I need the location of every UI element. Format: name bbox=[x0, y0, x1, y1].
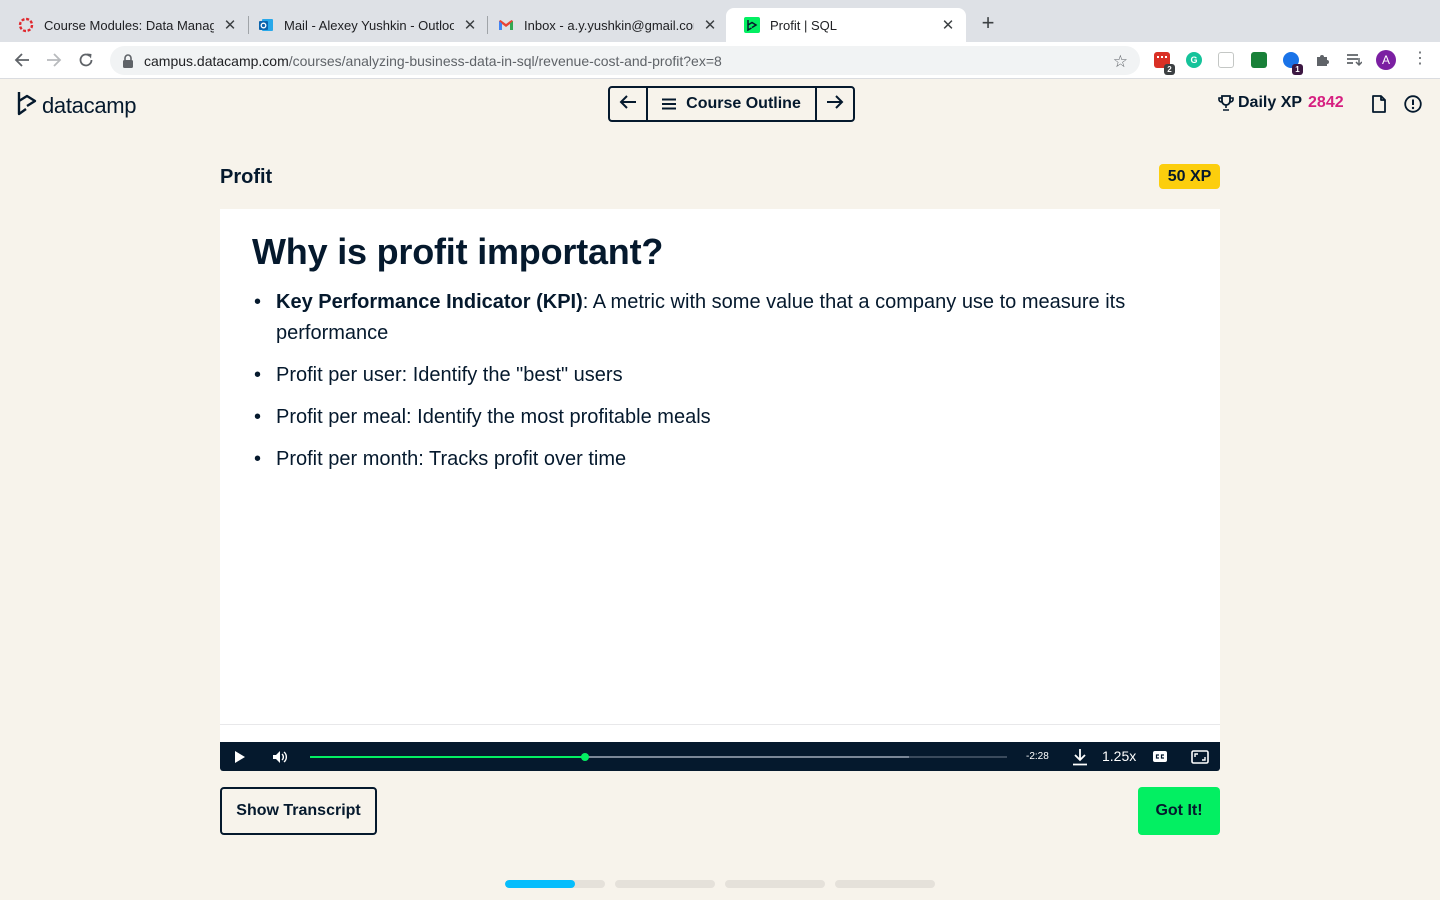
new-tab-button[interactable]: + bbox=[976, 12, 1000, 36]
extension-green-icon[interactable] bbox=[1251, 52, 1267, 68]
bullet-text: Profit per month: Tracks profit over tim… bbox=[276, 448, 627, 470]
daily-xp-value: 2842 bbox=[1308, 94, 1344, 111]
browser-tab-course-modules[interactable]: Course Modules: Data Manage ✕ bbox=[0, 8, 248, 42]
pager-segment-fill bbox=[505, 880, 575, 888]
address-bar[interactable]: campus.datacamp.com/courses/analyzing-bu… bbox=[110, 46, 1140, 75]
course-outline-nav: Course Outline bbox=[608, 86, 855, 122]
close-icon[interactable]: ✕ bbox=[462, 16, 478, 34]
tab-label: Inbox - a.y.yushkin@gmail.com bbox=[524, 17, 694, 33]
close-icon[interactable]: ✕ bbox=[222, 16, 238, 34]
pager-segment[interactable] bbox=[615, 880, 715, 888]
browser-tab-profit-sql[interactable]: Profit | SQL ✕ bbox=[726, 8, 966, 42]
time-remaining: -2:28 bbox=[1026, 751, 1049, 762]
video-scrubber-handle[interactable] bbox=[581, 753, 590, 761]
lock-icon bbox=[122, 53, 136, 68]
grammarly-icon[interactable]: G bbox=[1186, 52, 1202, 68]
arrow-right-icon bbox=[826, 94, 844, 115]
puzzle-icon[interactable] bbox=[1312, 50, 1332, 70]
previous-exercise-button[interactable] bbox=[610, 88, 646, 120]
video-player-controls: -2:28 1.25x bbox=[220, 742, 1220, 771]
url-path: /courses/analyzing-business-data-in-sql/… bbox=[288, 52, 722, 69]
trophy-icon bbox=[1218, 95, 1234, 111]
volume-icon[interactable] bbox=[270, 748, 290, 765]
pager-segment[interactable] bbox=[835, 880, 935, 888]
fullscreen-icon[interactable] bbox=[1190, 748, 1210, 765]
browser-toolbar: campus.datacamp.com/courses/analyzing-bu… bbox=[0, 42, 1440, 79]
browser-tab-outlook[interactable]: Mail - Alexey Yushkin - Outlook ✕ bbox=[240, 8, 488, 42]
daily-xp-label: Daily XP bbox=[1238, 94, 1303, 111]
datacamp-logo-icon bbox=[16, 90, 38, 121]
play-icon[interactable] bbox=[232, 748, 248, 765]
close-icon[interactable]: ✕ bbox=[940, 16, 956, 34]
list-item: Profit per month: Tracks profit over tim… bbox=[252, 444, 1192, 475]
pager-segment[interactable] bbox=[505, 880, 605, 888]
slide-heading: Why is profit important? bbox=[252, 231, 664, 272]
show-transcript-button[interactable]: Show Transcript bbox=[220, 787, 377, 835]
video-played-bar bbox=[310, 756, 586, 758]
bullet-text: Profit per meal: Identify the most profi… bbox=[276, 406, 711, 428]
got-it-button[interactable]: Got It! bbox=[1138, 787, 1220, 835]
bookmark-star-icon[interactable]: ☆ bbox=[1113, 52, 1128, 72]
tab-label: Mail - Alexey Yushkin - Outlook bbox=[284, 17, 454, 33]
exercise-title: Profit bbox=[220, 166, 273, 188]
forward-icon[interactable] bbox=[44, 50, 64, 70]
slide-divider bbox=[220, 724, 1220, 725]
reload-icon[interactable] bbox=[76, 50, 96, 70]
list-item: Key Performance Indicator (KPI): A metri… bbox=[252, 287, 1192, 349]
report-issue-icon[interactable] bbox=[1403, 94, 1423, 114]
extension-gray-icon[interactable] bbox=[1218, 52, 1234, 68]
video-progress-track[interactable] bbox=[310, 753, 1007, 761]
browser-menu-icon[interactable]: ⋮ bbox=[1412, 50, 1428, 70]
slide-progress-pager bbox=[505, 880, 945, 888]
download-icon[interactable] bbox=[1071, 748, 1089, 765]
next-exercise-button[interactable] bbox=[817, 88, 853, 120]
slide-bullets: Key Performance Indicator (KPI): A metri… bbox=[252, 287, 1192, 486]
bullet-text: Profit per user: Identify the "best" use… bbox=[276, 364, 623, 386]
reading-list-icon[interactable] bbox=[1344, 50, 1364, 70]
document-icon[interactable] bbox=[1369, 94, 1389, 114]
logo-text: datacamp bbox=[42, 92, 137, 118]
video-slide: Why is profit important? Key Performance… bbox=[220, 209, 1220, 770]
pager-segment[interactable] bbox=[725, 880, 825, 888]
extension-badge-count: 1 bbox=[1292, 64, 1303, 75]
datacamp-icon bbox=[744, 17, 760, 33]
gmail-icon bbox=[498, 17, 514, 33]
browser-tab-bar: Course Modules: Data Manage ✕ Mail - Ale… bbox=[0, 0, 1440, 42]
arrow-left-icon bbox=[619, 94, 637, 115]
extension-badge-count: 2 bbox=[1164, 64, 1175, 75]
profile-avatar[interactable]: A bbox=[1376, 50, 1396, 70]
bullet-bold: Key Performance Indicator (KPI) bbox=[276, 291, 583, 313]
daily-xp: Daily XP 2842 bbox=[1218, 94, 1344, 112]
outlook-icon bbox=[258, 17, 274, 33]
xp-badge: 50 XP bbox=[1159, 164, 1220, 189]
closed-captions-icon[interactable] bbox=[1152, 748, 1168, 765]
datacamp-logo[interactable]: datacamp bbox=[16, 90, 137, 121]
url-host: campus.datacamp.com bbox=[144, 52, 289, 69]
course-outline-button[interactable]: Course Outline bbox=[646, 88, 817, 120]
menu-icon bbox=[662, 98, 677, 110]
tab-label: Course Modules: Data Manage bbox=[44, 17, 214, 33]
list-item: Profit per meal: Identify the most profi… bbox=[252, 402, 1192, 433]
course-outline-label: Course Outline bbox=[686, 95, 801, 112]
close-icon[interactable]: ✕ bbox=[702, 16, 718, 34]
list-item: Profit per user: Identify the "best" use… bbox=[252, 360, 1192, 391]
playback-speed-button[interactable]: 1.25x bbox=[1102, 748, 1136, 764]
ring-logo-icon bbox=[18, 17, 34, 33]
tab-label: Profit | SQL bbox=[770, 17, 837, 33]
browser-tab-gmail[interactable]: Inbox - a.y.yushkin@gmail.com ✕ bbox=[480, 8, 728, 42]
back-icon[interactable] bbox=[12, 50, 32, 70]
